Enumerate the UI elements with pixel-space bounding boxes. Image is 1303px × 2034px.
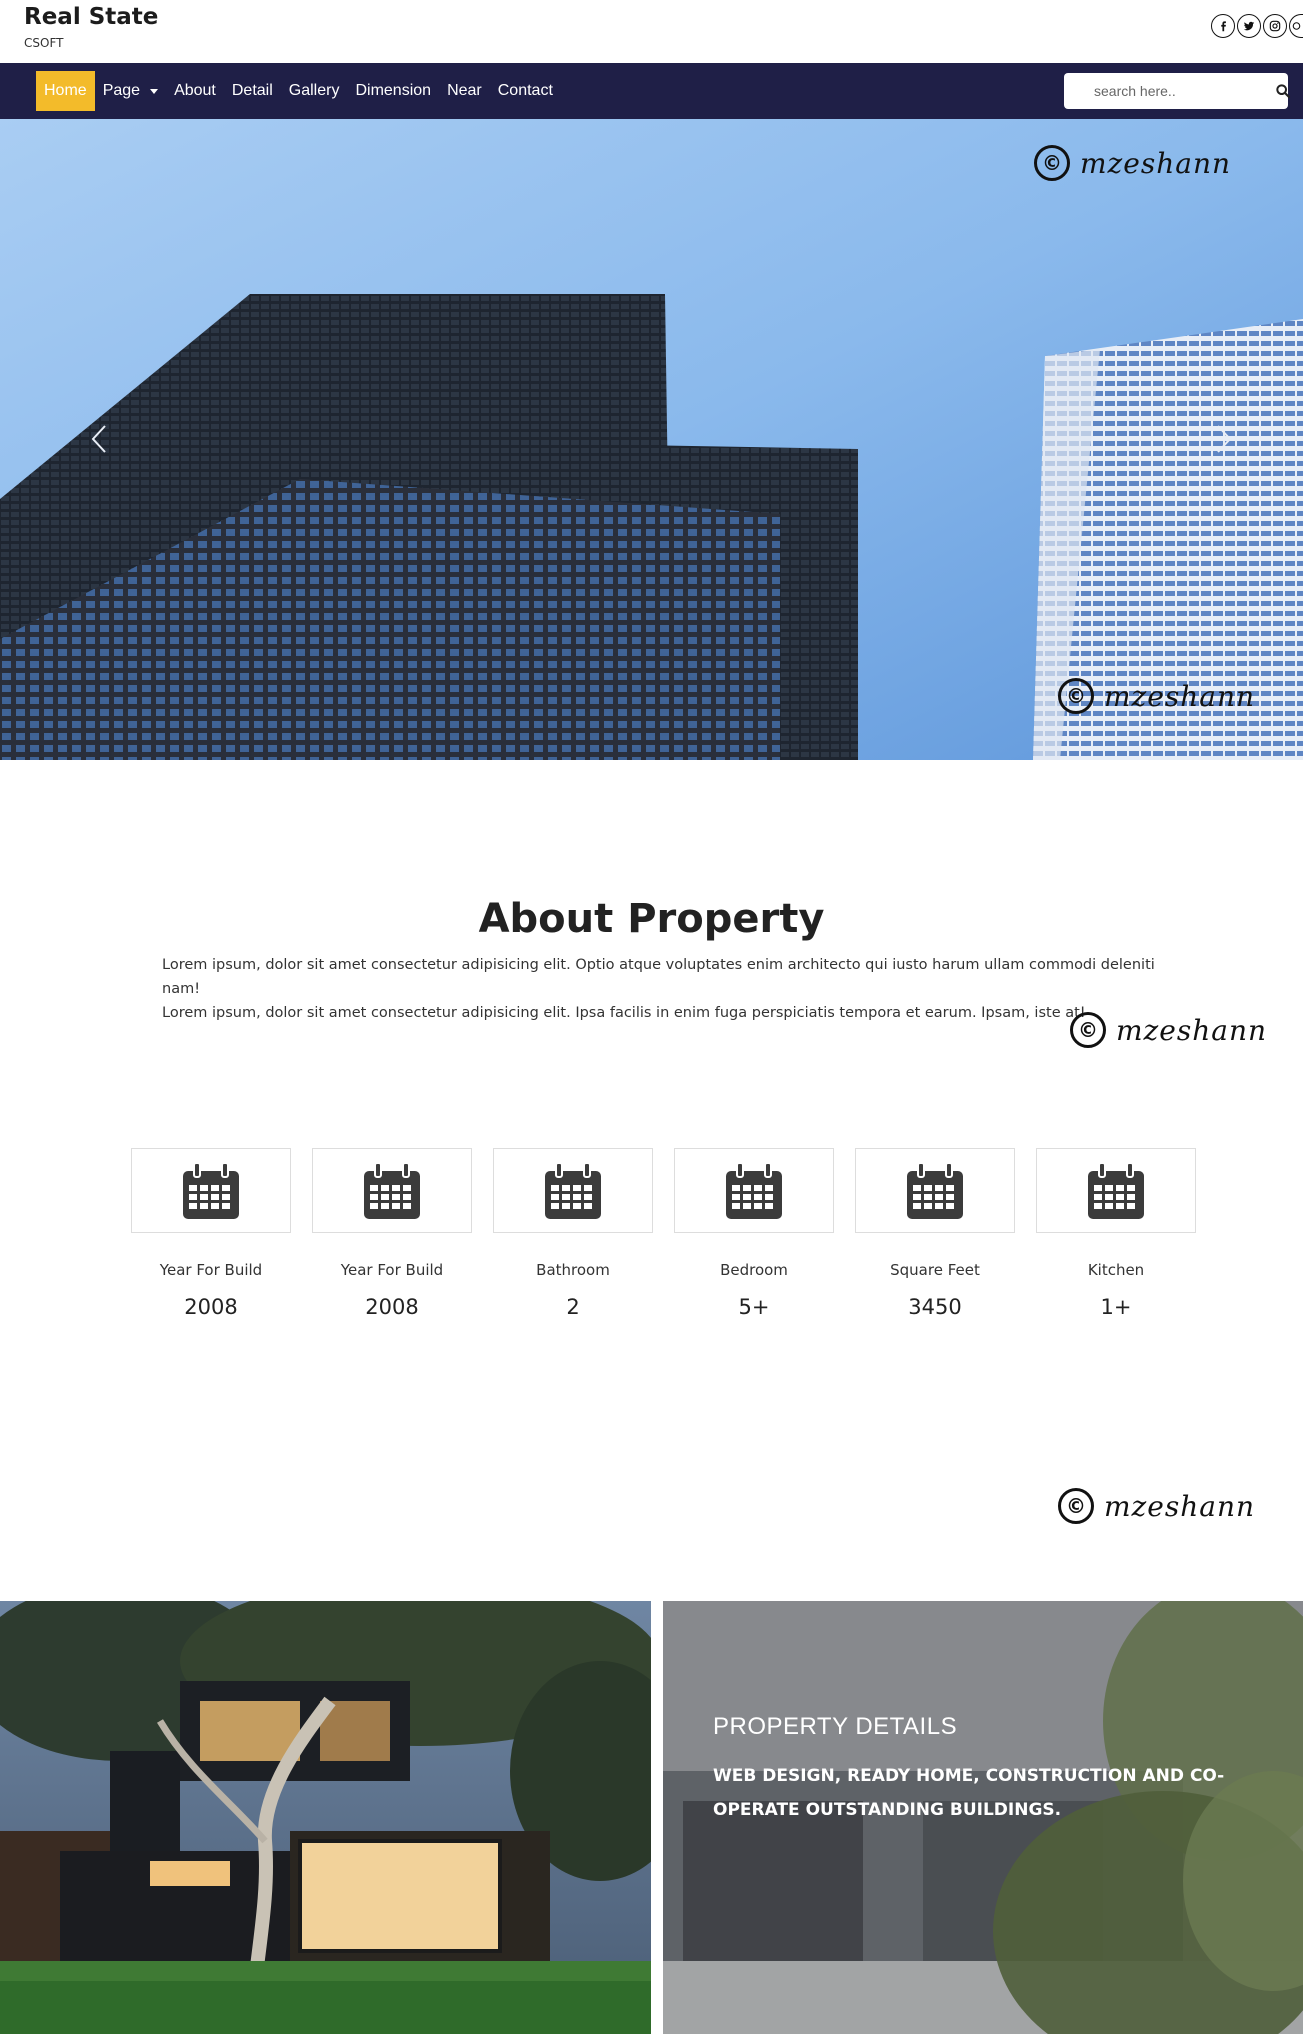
calendar-icon (1088, 1161, 1144, 1219)
about-heading-bold: About (478, 896, 614, 942)
property-details-panel: PROPERTY DETAILS WEB DESIGN, READY HOME,… (663, 1601, 1303, 2034)
copyright-icon: © (1058, 1488, 1094, 1524)
about-text-line: Lorem ipsum, dolor sit amet consectetur … (162, 1005, 1086, 1021)
property-stats: Year For Build 2008 Year For Build 2008 … (131, 1148, 1196, 1319)
nav-item-detail[interactable]: Detail (224, 71, 281, 111)
chevron-right-icon (1217, 425, 1232, 453)
watermark: © mzeshann (1034, 145, 1231, 181)
nav-item-label: Page (102, 82, 141, 99)
stat-card (131, 1148, 291, 1233)
copyright-icon: © (1058, 678, 1094, 714)
nav-item-label: Dimension (355, 82, 432, 99)
hero-carousel: © mzeshann © mzeshann (0, 119, 1303, 760)
stat-value: 3450 (908, 1295, 962, 1319)
nav-item-label: Gallery (288, 82, 340, 99)
calendar-icon (726, 1161, 782, 1219)
stat-item: Square Feet 3450 (855, 1148, 1015, 1319)
calendar-icon (364, 1161, 420, 1219)
stat-value: 1+ (1100, 1295, 1132, 1319)
nav-item-label: Near (447, 82, 482, 99)
house-photo (0, 1601, 651, 2034)
stat-card (493, 1148, 653, 1233)
house-image (0, 1601, 651, 2034)
nav-item-contact[interactable]: Contact (490, 71, 561, 111)
about-heading-rest: Property (627, 896, 825, 942)
search-button[interactable] (1275, 74, 1291, 108)
stat-item: Year For Build 2008 (312, 1148, 472, 1319)
main-navbar: Home Page About Detail Gallery Dimension… (0, 63, 1303, 119)
stat-item: Bathroom 2 (493, 1148, 653, 1319)
search-icon (1276, 84, 1291, 99)
property-details-subtitle: WEB DESIGN, READY HOME, CONSTRUCTION AND… (713, 1766, 1225, 1820)
watermark-text: mzeshann (1080, 146, 1232, 180)
property-details-title: PROPERTY DETAILS (713, 1713, 958, 1740)
stat-item: Year For Build 2008 (131, 1148, 291, 1319)
stat-value: 5+ (738, 1295, 770, 1319)
stat-value: 2 (566, 1295, 580, 1319)
nav-item-gallery[interactable]: Gallery (281, 71, 348, 111)
instagram-icon[interactable] (1263, 14, 1287, 38)
nav-menu: Home Page About Detail Gallery Dimension… (36, 71, 561, 111)
nav-item-label: Detail (231, 82, 273, 99)
nav-item-near[interactable]: Near (439, 71, 490, 111)
about-text-line: Lorem ipsum, dolor sit amet consectetur … (162, 957, 1155, 997)
stat-label: Bedroom (720, 1261, 788, 1279)
stat-label: Square Feet (890, 1261, 980, 1279)
nav-item-page[interactable]: Page (95, 71, 166, 111)
watermark-text: mzeshann (1116, 1013, 1268, 1047)
stat-label: Year For Build (340, 1261, 444, 1279)
watermark-text: mzeshann (1104, 679, 1256, 713)
stat-item: Kitchen 1+ (1036, 1148, 1196, 1319)
pinterest-icon[interactable] (1289, 14, 1303, 38)
nav-item-label: Home (44, 82, 87, 99)
about-description: Lorem ipsum, dolor sit amet consectetur … (162, 953, 1162, 1025)
calendar-icon (183, 1161, 239, 1219)
stat-label: Bathroom (536, 1261, 610, 1279)
copyright-icon: © (1070, 1012, 1106, 1048)
top-header: Real State CSOFT (0, 0, 1303, 63)
search-input[interactable] (1064, 74, 1275, 108)
watermark: © mzeshann (1058, 1488, 1255, 1524)
nav-item-dimension[interactable]: Dimension (347, 71, 439, 111)
stat-card (855, 1148, 1015, 1233)
about-heading: About Property (0, 896, 1303, 942)
caret-down-icon (150, 88, 159, 94)
watermark: © mzeshann (1070, 1012, 1267, 1048)
stat-label: Year For Build (159, 1261, 263, 1279)
calendar-icon (907, 1161, 963, 1219)
social-links (1211, 14, 1303, 38)
copyright-icon: © (1034, 145, 1070, 181)
stat-value: 2008 (184, 1295, 238, 1319)
stat-card (674, 1148, 834, 1233)
calendar-icon (545, 1161, 601, 1219)
stat-item: Bedroom 5+ (674, 1148, 834, 1319)
stat-label: Kitchen (1087, 1261, 1145, 1279)
site-subtitle: CSOFT (24, 36, 64, 50)
carousel-prev-button[interactable] (84, 419, 114, 459)
search-form (1064, 73, 1291, 109)
watermark: © mzeshann (1058, 678, 1255, 714)
site-title[interactable]: Real State (24, 4, 158, 30)
stat-card (312, 1148, 472, 1233)
facebook-icon[interactable] (1211, 14, 1235, 38)
hero-image (0, 119, 1303, 760)
nav-item-label: About (174, 82, 216, 99)
twitter-icon[interactable] (1237, 14, 1261, 38)
nav-item-label: Contact (497, 82, 553, 99)
nav-item-home[interactable]: Home (36, 71, 95, 111)
chevron-left-icon (91, 425, 106, 453)
stat-card (1036, 1148, 1196, 1233)
nav-item-about[interactable]: About (166, 71, 224, 111)
watermark-text: mzeshann (1104, 1489, 1256, 1523)
carousel-next-button[interactable] (1209, 419, 1239, 459)
stat-value: 2008 (365, 1295, 419, 1319)
